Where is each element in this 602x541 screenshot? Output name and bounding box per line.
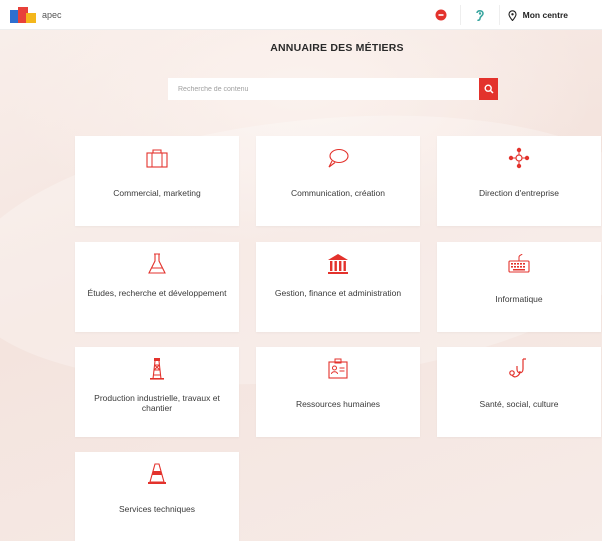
stethoscope-icon bbox=[509, 358, 526, 378]
category-label: Services techniques bbox=[118, 504, 196, 514]
category-label: Informatique bbox=[495, 294, 543, 304]
mon-centre-label: Mon centre bbox=[522, 10, 568, 20]
category-label: Ressources humaines bbox=[295, 399, 381, 409]
category-card-etudes-recherche[interactable]: Études, recherche et développement bbox=[75, 242, 239, 332]
location-pin-icon bbox=[508, 9, 517, 21]
category-label: Direction d'entreprise bbox=[478, 188, 560, 198]
search-button[interactable] bbox=[479, 78, 498, 100]
speech-bubble-icon bbox=[328, 148, 349, 168]
category-card-ressources-humaines[interactable]: Ressources humaines bbox=[256, 347, 420, 437]
top-icons: Mon centre bbox=[430, 0, 602, 30]
id-card-icon bbox=[328, 358, 348, 379]
people-network-icon bbox=[508, 147, 530, 169]
category-card-communication-creation[interactable]: Communication, création bbox=[256, 136, 420, 226]
bank-icon bbox=[328, 254, 348, 274]
search-bar bbox=[168, 78, 498, 100]
oil-derrick-icon bbox=[150, 358, 164, 380]
category-label: Études, recherche et développement bbox=[87, 288, 227, 298]
flask-icon bbox=[148, 253, 166, 274]
keyboard-icon bbox=[508, 253, 530, 273]
search-input[interactable] bbox=[168, 78, 479, 100]
notification-icon[interactable] bbox=[430, 4, 452, 26]
category-card-commercial-marketing[interactable]: Commercial, marketing bbox=[75, 136, 239, 226]
category-label: Commercial, marketing bbox=[113, 188, 201, 198]
category-card-gestion-finance[interactable]: Gestion, finance et administration bbox=[256, 242, 420, 332]
category-label: Santé, social, culture bbox=[479, 399, 559, 409]
category-label: Production industrielle, travaux et chan… bbox=[94, 393, 220, 413]
top-bar: apec Mon centre bbox=[0, 0, 602, 30]
category-card-informatique[interactable]: Informatique bbox=[437, 242, 601, 332]
page-title: ANNUAIRE DES MÉTIERS bbox=[270, 42, 404, 54]
logo-mark bbox=[10, 7, 40, 23]
logo-text: apec bbox=[42, 10, 62, 20]
apec-logo[interactable]: apec bbox=[10, 7, 62, 23]
mon-centre-link[interactable]: Mon centre bbox=[508, 9, 602, 21]
accessibility-ear-icon[interactable] bbox=[469, 4, 491, 26]
search-icon bbox=[483, 84, 494, 94]
category-label: Gestion, finance et administration bbox=[274, 288, 402, 298]
cone-icon bbox=[148, 463, 166, 484]
category-card-direction-entreprise[interactable]: Direction d'entreprise bbox=[437, 136, 601, 226]
category-card-services-techniques[interactable]: Services techniques bbox=[75, 452, 239, 541]
category-card-sante-social-culture[interactable]: Santé, social, culture bbox=[437, 347, 601, 437]
category-label: Communication, création bbox=[290, 188, 385, 198]
category-card-production-industrielle[interactable]: Production industrielle, travaux et chan… bbox=[75, 347, 239, 437]
briefcase-icon bbox=[146, 149, 168, 168]
